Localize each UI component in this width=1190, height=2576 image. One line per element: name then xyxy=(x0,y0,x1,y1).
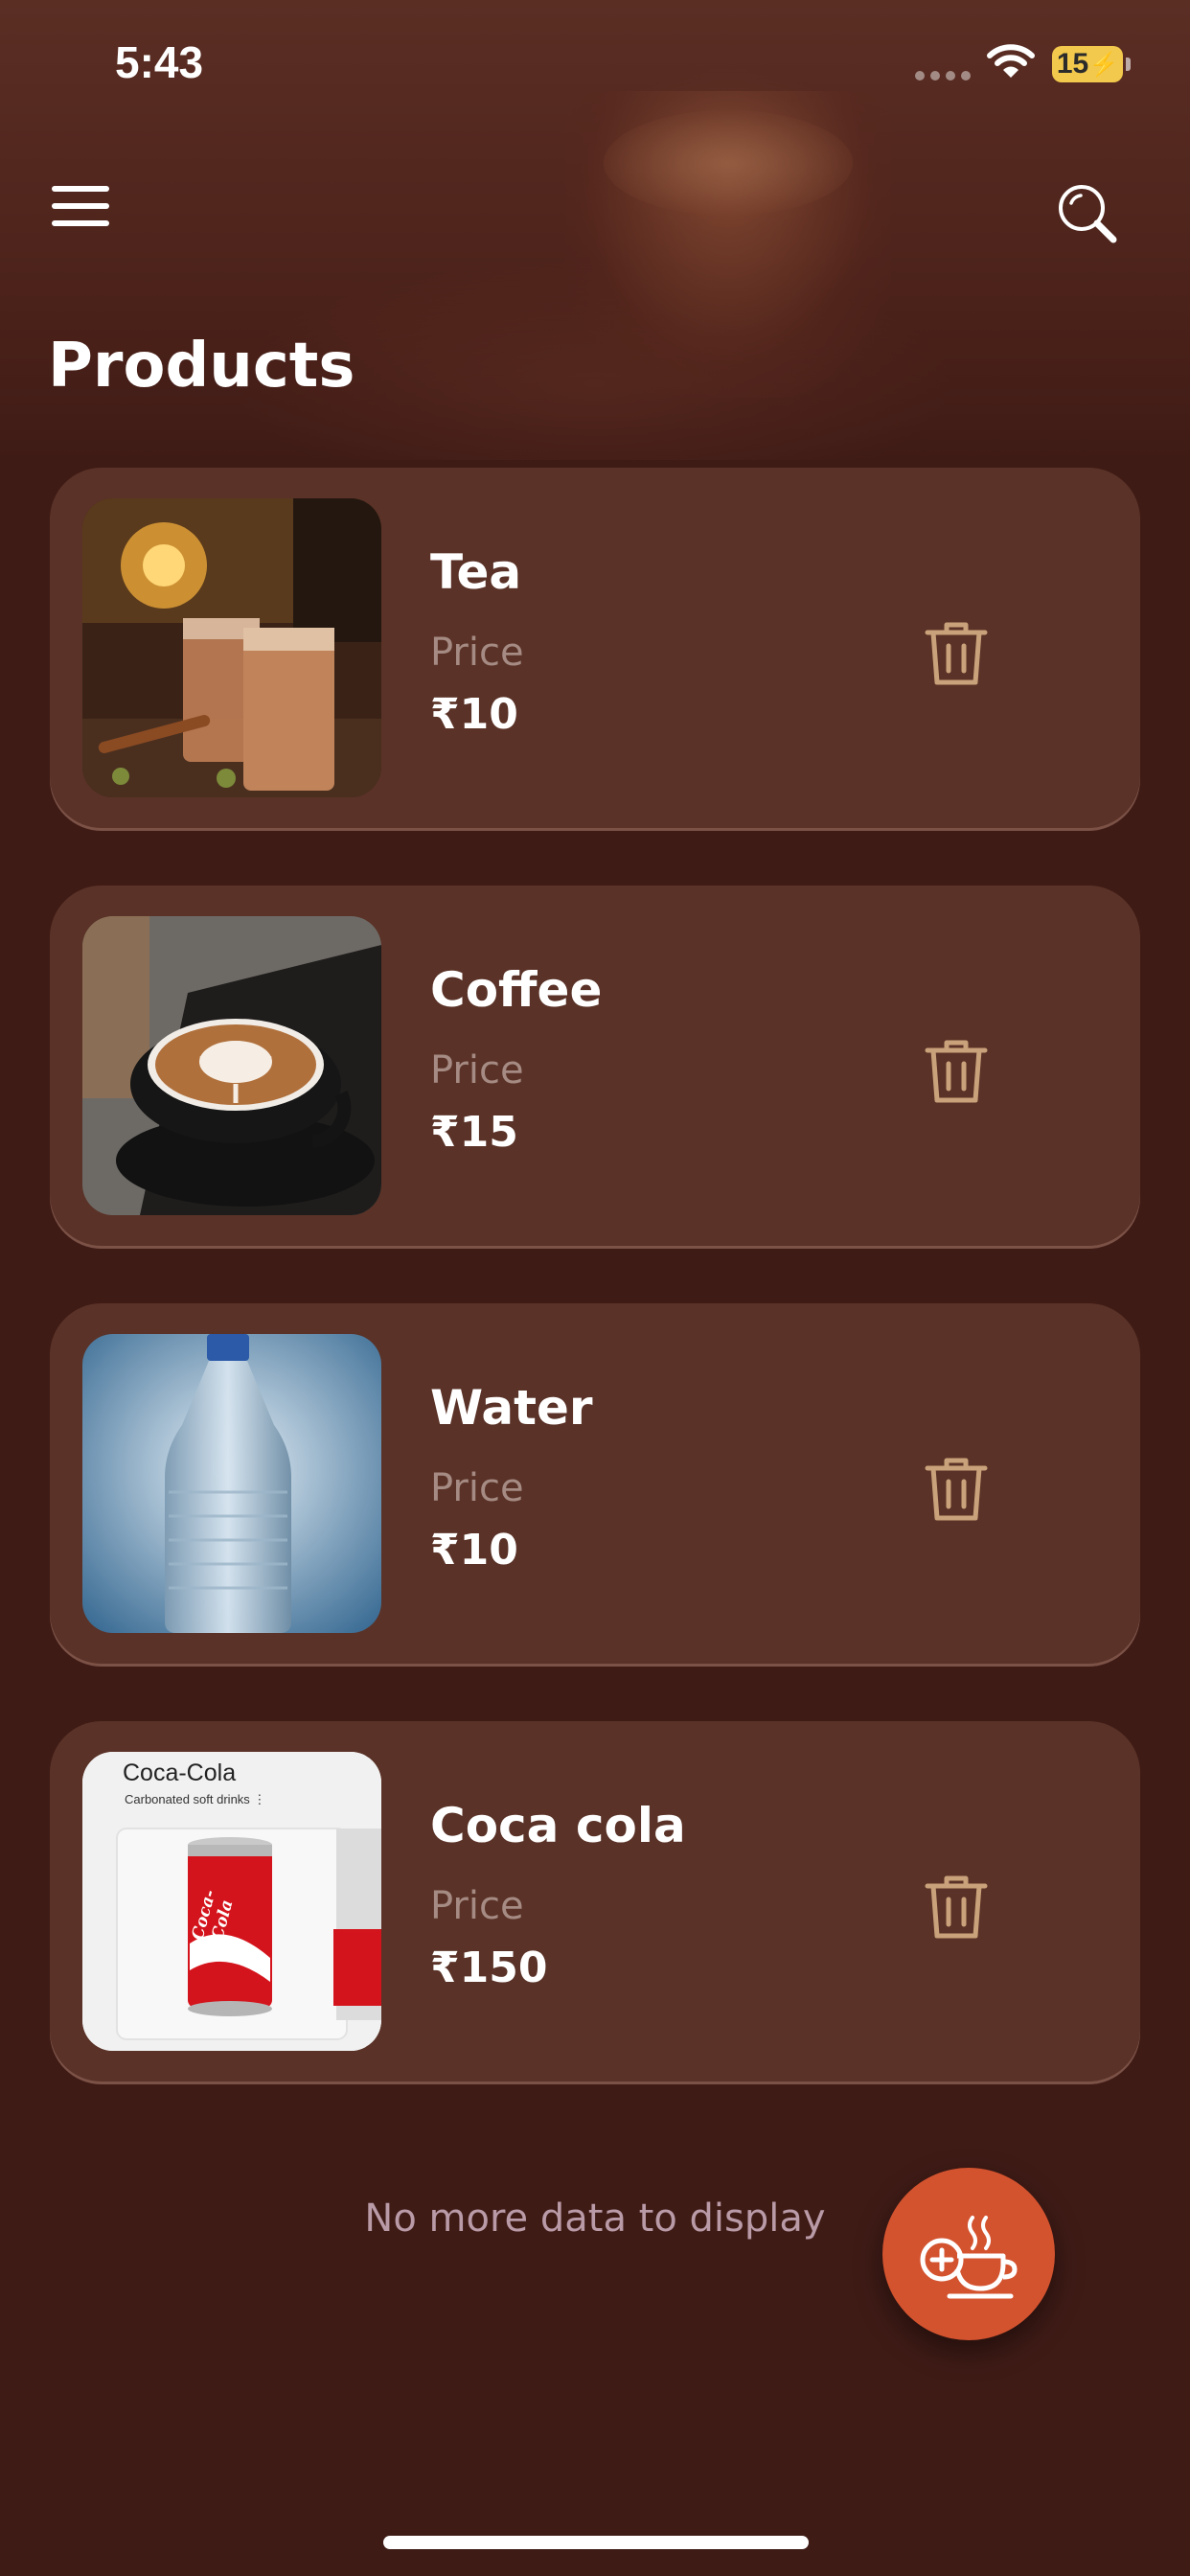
product-price: ₹10 xyxy=(430,690,518,739)
price-label: Price xyxy=(430,1884,524,1928)
product-image-coca-cola: Coca-Cola Carbonated soft drinks ⋮ Coca-… xyxy=(82,1752,381,2051)
wifi-icon xyxy=(987,44,1035,78)
trash-icon[interactable] xyxy=(924,1455,989,1524)
product-image-tea xyxy=(82,498,381,797)
hero-cup-liquid xyxy=(604,110,853,216)
search-icon[interactable] xyxy=(1054,180,1121,247)
trash-icon[interactable] xyxy=(924,1873,989,1942)
product-name: Water xyxy=(430,1380,593,1436)
status-time: 5:43 xyxy=(115,37,204,87)
product-card-coffee[interactable]: Coffee Price ₹15 xyxy=(50,886,1140,1246)
price-label: Price xyxy=(430,1048,524,1092)
product-card-water[interactable]: Water Price ₹10 xyxy=(50,1303,1140,1664)
image-subcaption: Carbonated soft drinks ⋮ xyxy=(125,1792,266,1806)
product-name: Tea xyxy=(430,544,522,600)
add-cup-icon xyxy=(920,2216,1018,2299)
product-image-water xyxy=(82,1334,381,1633)
product-price: ₹10 xyxy=(430,1526,518,1575)
menu-icon[interactable] xyxy=(52,186,109,226)
cellular-signal-icon xyxy=(915,71,971,80)
image-caption: Coca-Cola xyxy=(123,1760,237,1786)
product-name: Coffee xyxy=(430,962,603,1018)
product-price: ₹150 xyxy=(430,1944,548,1992)
home-indicator[interactable] xyxy=(383,2536,809,2549)
product-name: Coca cola xyxy=(430,1798,686,1853)
trash-icon[interactable] xyxy=(924,1037,989,1106)
add-product-button[interactable] xyxy=(882,2168,1055,2340)
product-card-coca-cola[interactable]: Coca-Cola Carbonated soft drinks ⋮ Coca-… xyxy=(50,1721,1140,2082)
price-label: Price xyxy=(430,631,524,675)
price-label: Price xyxy=(430,1466,524,1510)
battery-charging-bolt: ⚡ xyxy=(1089,51,1119,78)
battery-level: 15 xyxy=(1056,48,1089,80)
page-title: Products xyxy=(48,331,355,402)
product-card-tea[interactable]: Tea Price ₹10 xyxy=(50,468,1140,828)
product-image-coffee xyxy=(82,916,381,1215)
trash-icon[interactable] xyxy=(924,619,989,688)
battery-icon: 15 ⚡ xyxy=(1052,46,1131,82)
product-price: ₹15 xyxy=(430,1108,518,1157)
